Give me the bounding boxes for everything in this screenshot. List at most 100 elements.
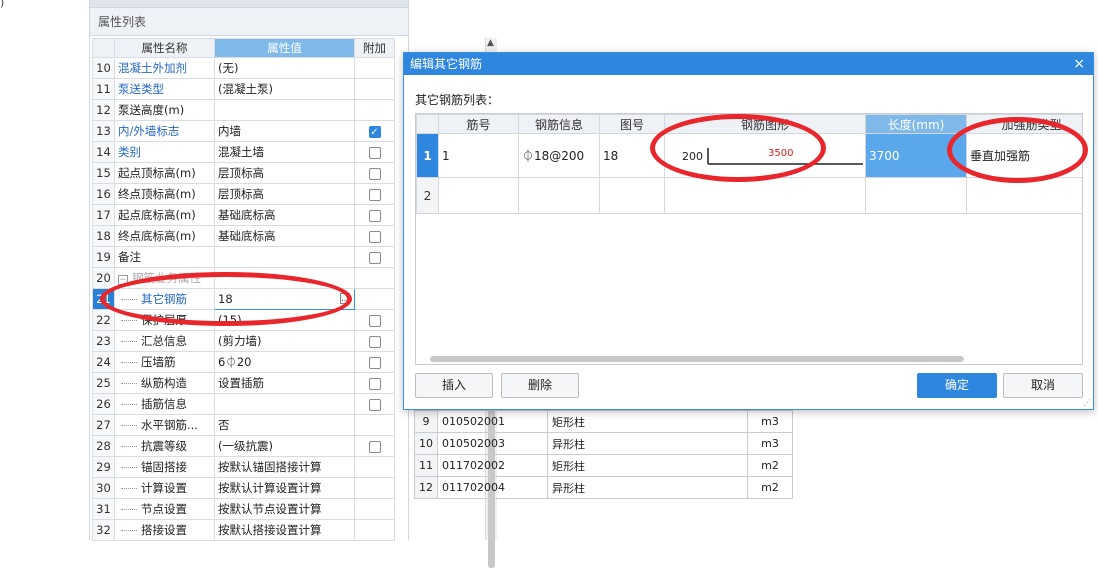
property-value[interactable]: 混凝土墙 bbox=[214, 141, 355, 163]
property-value[interactable] bbox=[214, 99, 355, 121]
ok-button[interactable]: 确定 bbox=[917, 373, 997, 398]
close-icon[interactable]: × bbox=[1073, 53, 1085, 75]
checkbox[interactable] bbox=[368, 335, 381, 348]
header-name[interactable]: 属性名称 bbox=[114, 38, 215, 58]
property-extra[interactable] bbox=[354, 78, 395, 100]
property-extra[interactable] bbox=[354, 57, 395, 79]
property-row[interactable]: 31 节点设置 按默认节点设置计算 bbox=[92, 498, 395, 520]
property-row[interactable]: 20− 钢筋业务属性 bbox=[92, 267, 395, 289]
property-extra[interactable] bbox=[354, 288, 395, 310]
list-row[interactable]: 12 011702004 异形柱 m2 bbox=[414, 476, 793, 499]
rebar-shape-cell[interactable]: 200 3500 bbox=[664, 133, 866, 178]
property-value[interactable] bbox=[214, 267, 355, 289]
resize-grip-icon[interactable]: ⋰ bbox=[1083, 398, 1091, 407]
property-row[interactable]: 18 终点底标高(m) 基础底标高 bbox=[92, 225, 395, 247]
property-extra[interactable] bbox=[354, 183, 395, 205]
property-extra[interactable] bbox=[354, 246, 395, 268]
property-value[interactable] bbox=[214, 246, 355, 268]
rebar-row-num[interactable]: 1 bbox=[416, 133, 439, 178]
property-name[interactable]: 节点设置 bbox=[114, 498, 215, 520]
horizontal-scrollbar[interactable] bbox=[430, 356, 964, 362]
checkbox[interactable] bbox=[368, 188, 381, 201]
rebar-info-cell[interactable]: ⏀18@200 bbox=[518, 133, 600, 178]
property-value[interactable]: 基础底标高 bbox=[214, 225, 355, 247]
property-name[interactable]: 泵送类型 bbox=[114, 78, 215, 100]
collapse-icon[interactable]: − bbox=[118, 275, 128, 285]
checkbox[interactable] bbox=[368, 398, 381, 411]
property-name[interactable]: 泵送高度(m) bbox=[114, 99, 215, 121]
property-row[interactable]: 14 类别 混凝土墙 bbox=[92, 141, 395, 163]
rebar-shape-cell[interactable] bbox=[664, 177, 866, 214]
checkbox[interactable] bbox=[368, 440, 381, 453]
list-name[interactable]: 矩形柱 bbox=[547, 454, 748, 477]
property-name[interactable]: 汇总信息 bbox=[114, 330, 215, 352]
property-row[interactable]: 19 备注 bbox=[92, 246, 395, 268]
property-row[interactable]: 25 纵筋构造 设置插筋 bbox=[92, 372, 395, 394]
checkbox[interactable] bbox=[368, 251, 381, 264]
property-name[interactable]: 抗震等级 bbox=[114, 435, 215, 457]
list-row[interactable]: 11 011702002 矩形柱 m2 bbox=[414, 454, 793, 477]
rebar-length-cell[interactable]: 3700 bbox=[865, 133, 967, 178]
property-name[interactable]: 起点顶标高(m) bbox=[114, 162, 215, 184]
property-row[interactable]: 29 锚固搭接 按默认锚固搭接计算 bbox=[92, 456, 395, 478]
property-value[interactable]: 层顶标高 bbox=[214, 183, 355, 205]
list-name[interactable]: 矩形柱 bbox=[547, 410, 748, 433]
property-row[interactable]: 12 泵送高度(m) bbox=[92, 99, 395, 121]
property-row[interactable]: 27 水平钢筋... 否 bbox=[92, 414, 395, 436]
property-value[interactable]: (15) bbox=[214, 309, 355, 331]
checkbox-checked[interactable]: ✓ bbox=[368, 125, 381, 138]
property-value[interactable]: (无) bbox=[214, 57, 355, 79]
rebar-row-num[interactable]: 2 bbox=[416, 177, 439, 214]
property-value[interactable]: 6⏀20 bbox=[214, 351, 355, 373]
property-row[interactable]: 22 保护层厚 (15) bbox=[92, 309, 395, 331]
rebar-header-bar-no[interactable]: 筋号 bbox=[438, 114, 519, 134]
property-row[interactable]: 15 起点顶标高(m) 层顶标高 bbox=[92, 162, 395, 184]
property-extra[interactable] bbox=[354, 477, 395, 499]
rebar-fig-no-cell[interactable] bbox=[599, 177, 665, 214]
property-extra[interactable] bbox=[354, 519, 395, 541]
rebar-row[interactable]: 2 bbox=[416, 177, 1082, 214]
property-name[interactable]: 类别 bbox=[114, 141, 215, 163]
property-name[interactable]: 锚固搭接 bbox=[114, 456, 215, 478]
property-extra[interactable] bbox=[354, 225, 395, 247]
checkbox[interactable] bbox=[368, 356, 381, 369]
property-value[interactable]: 层顶标高 bbox=[214, 162, 355, 184]
rebar-fig-no-cell[interactable]: 18 bbox=[599, 133, 665, 178]
property-value[interactable] bbox=[214, 393, 355, 415]
list-unit[interactable]: m2 bbox=[747, 454, 793, 477]
property-extra[interactable] bbox=[354, 141, 395, 163]
header-value[interactable]: 属性值 bbox=[214, 38, 355, 58]
property-row[interactable]: 11 泵送类型 (混凝土泵) bbox=[92, 78, 395, 100]
property-row[interactable]: 26 插筋信息 bbox=[92, 393, 395, 415]
property-row[interactable]: 21 其它钢筋 18… bbox=[92, 288, 395, 310]
property-extra[interactable] bbox=[354, 393, 395, 415]
property-row[interactable]: 23 汇总信息 (剪力墙) bbox=[92, 330, 395, 352]
property-extra[interactable] bbox=[354, 456, 395, 478]
property-extra[interactable] bbox=[354, 498, 395, 520]
rebar-header-length[interactable]: 长度(mm) bbox=[865, 114, 967, 134]
property-name[interactable]: 计算设置 bbox=[114, 477, 215, 499]
property-extra[interactable] bbox=[354, 351, 395, 373]
property-value[interactable]: 按默认节点设置计算 bbox=[214, 498, 355, 520]
list-code[interactable]: 011702004 bbox=[437, 476, 548, 499]
property-row[interactable]: 32 搭接设置 按默认搭接设置计算 bbox=[92, 519, 395, 541]
cancel-button[interactable]: 取消 bbox=[1003, 373, 1083, 398]
property-extra[interactable] bbox=[354, 435, 395, 457]
property-value[interactable]: 设置插筋 bbox=[214, 372, 355, 394]
property-value[interactable]: (剪力墙) bbox=[214, 330, 355, 352]
property-extra[interactable] bbox=[354, 204, 395, 226]
list-row[interactable]: 9 010502001 矩形柱 m3 bbox=[414, 410, 793, 433]
property-row[interactable]: 13 内/外墙标志 内墙 ✓ bbox=[92, 120, 395, 142]
list-row[interactable]: 10 010502003 异形柱 m3 bbox=[414, 432, 793, 455]
scroll-up-arrow-icon[interactable]: ▲ bbox=[487, 38, 494, 48]
property-extra[interactable]: ✓ bbox=[354, 120, 395, 142]
property-row[interactable]: 30 计算设置 按默认计算设置计算 bbox=[92, 477, 395, 499]
checkbox[interactable] bbox=[368, 230, 381, 243]
list-unit[interactable]: m2 bbox=[747, 476, 793, 499]
checkbox[interactable] bbox=[368, 209, 381, 222]
property-extra[interactable] bbox=[354, 162, 395, 184]
list-code[interactable]: 010502003 bbox=[437, 432, 548, 455]
property-name[interactable]: 纵筋构造 bbox=[114, 372, 215, 394]
checkbox[interactable] bbox=[368, 146, 381, 159]
rebar-type-cell[interactable]: 垂直加强筋 bbox=[966, 133, 1082, 178]
